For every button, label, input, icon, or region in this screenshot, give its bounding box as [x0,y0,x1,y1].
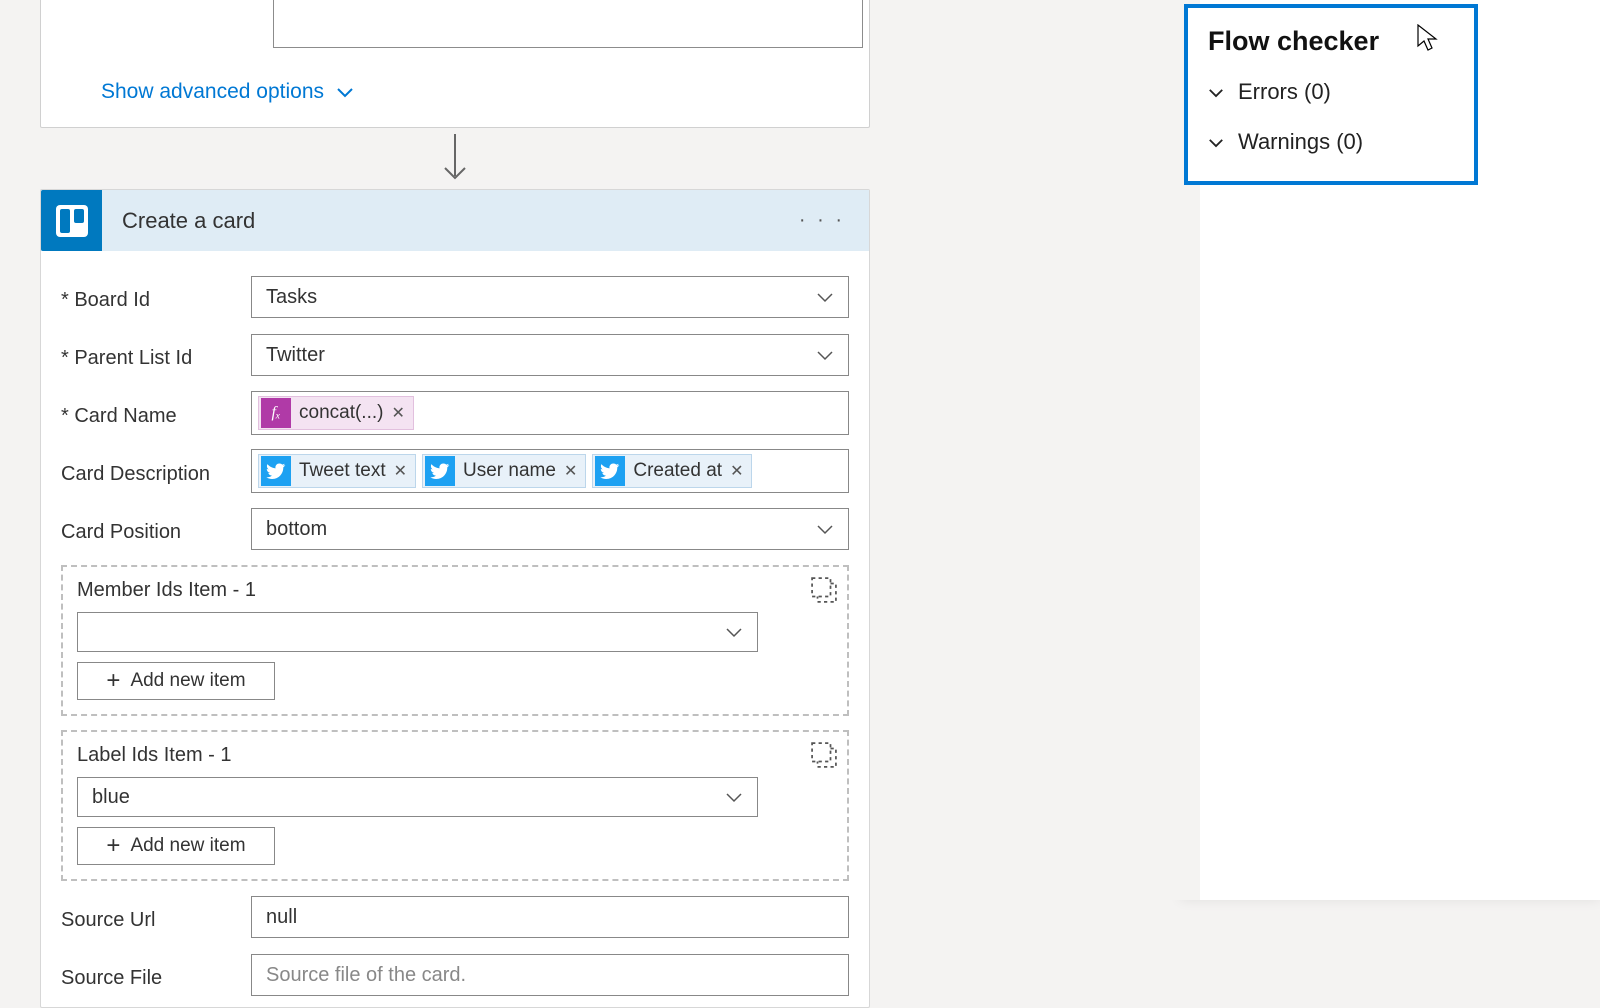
token-label: Tweet text [299,460,386,482]
dynamic-token[interactable]: Tweet text ✕ [258,454,416,488]
add-label-item-button[interactable]: + Add new item [77,827,275,865]
errors-section-toggle[interactable]: Errors (0) [1208,79,1454,105]
card-position-value: bottom [266,518,816,541]
connector-arrow-icon [440,134,470,191]
twitter-icon [425,456,455,486]
action-title: Create a card [102,208,793,234]
token-label: User name [463,460,556,482]
chevron-down-icon [816,518,834,541]
board-id-select[interactable]: Tasks [251,276,849,318]
plus-icon: + [106,832,120,860]
errors-label: Errors (0) [1238,79,1331,105]
parent-list-id-select[interactable]: Twitter [251,334,849,376]
flow-canvas: Show advanced options Create a card · · … [0,0,1200,900]
action-menu-button[interactable]: · · · [793,203,851,238]
member-ids-label: Member Ids Item - 1 [77,579,833,602]
label-id-value: blue [92,786,725,809]
add-item-label: Add new item [130,835,245,857]
label-ids-label: Label Ids Item - 1 [77,744,833,767]
warnings-section-toggle[interactable]: Warnings (0) [1208,129,1454,155]
add-member-item-button[interactable]: + Add new item [77,662,275,700]
expression-token-label: concat(...) [299,402,383,424]
remove-token-button[interactable]: ✕ [730,461,743,481]
member-ids-group: Member Ids Item - 1 + Add new item [61,565,849,716]
add-item-label: Add new item [130,670,245,692]
parent-list-id-value: Twitter [266,344,816,367]
chevron-down-icon [1208,82,1224,103]
chevron-down-icon [816,344,834,367]
chevron-down-icon [336,82,354,103]
token-label: Created at [633,460,722,482]
fx-icon [261,398,291,428]
chevron-down-icon [725,786,743,809]
twitter-icon [261,456,291,486]
card-position-label: Card Position [61,515,251,544]
card-description-input[interactable]: Tweet text ✕ User name ✕ Created at ✕ [251,449,849,493]
board-id-value: Tasks [266,286,816,309]
card-description-label: Card Description [61,457,251,486]
twitter-icon [595,456,625,486]
chevron-down-icon [1208,132,1224,153]
source-file-label: Source File [61,961,251,990]
source-file-field[interactable] [266,964,834,987]
remove-token-button[interactable]: ✕ [391,403,404,423]
source-url-label: Source Url [61,903,251,932]
expression-token[interactable]: concat(...) ✕ [258,396,414,430]
chevron-down-icon [816,286,834,309]
remove-token-button[interactable]: ✕ [564,461,577,481]
label-ids-group: Label Ids Item - 1 blue + Add new item [61,730,849,881]
remove-token-button[interactable]: ✕ [394,461,407,481]
member-id-item-select[interactable] [77,612,758,652]
chevron-down-icon [725,621,743,644]
previous-action-card: Show advanced options [40,0,870,128]
board-id-label: Board Id [61,283,251,312]
card-position-select[interactable]: bottom [251,508,849,550]
parent-list-id-label: Parent List Id [61,341,251,370]
source-url-value: null [266,906,297,929]
source-url-input[interactable]: null [251,896,849,938]
plus-icon: + [106,667,120,695]
card-name-label: Card Name [61,399,251,428]
advanced-options-label: Show advanced options [101,80,324,104]
prev-field-input[interactable] [273,0,863,48]
label-id-item-select[interactable]: blue [77,777,758,817]
warnings-label: Warnings (0) [1238,129,1363,155]
card-name-input[interactable]: concat(...) ✕ [251,391,849,435]
source-file-input[interactable] [251,954,849,996]
show-advanced-options-link[interactable]: Show advanced options [101,80,354,104]
switch-array-mode-button[interactable] [811,577,837,603]
dynamic-token[interactable]: Created at ✕ [592,454,752,488]
cursor-icon [1416,24,1438,57]
action-header[interactable]: Create a card · · · [41,190,869,251]
create-card-action: Create a card · · · Board Id Tasks Paren… [40,189,870,1008]
dynamic-token[interactable]: User name ✕ [422,454,586,488]
trello-icon [41,190,102,251]
switch-array-mode-button[interactable] [811,742,837,768]
